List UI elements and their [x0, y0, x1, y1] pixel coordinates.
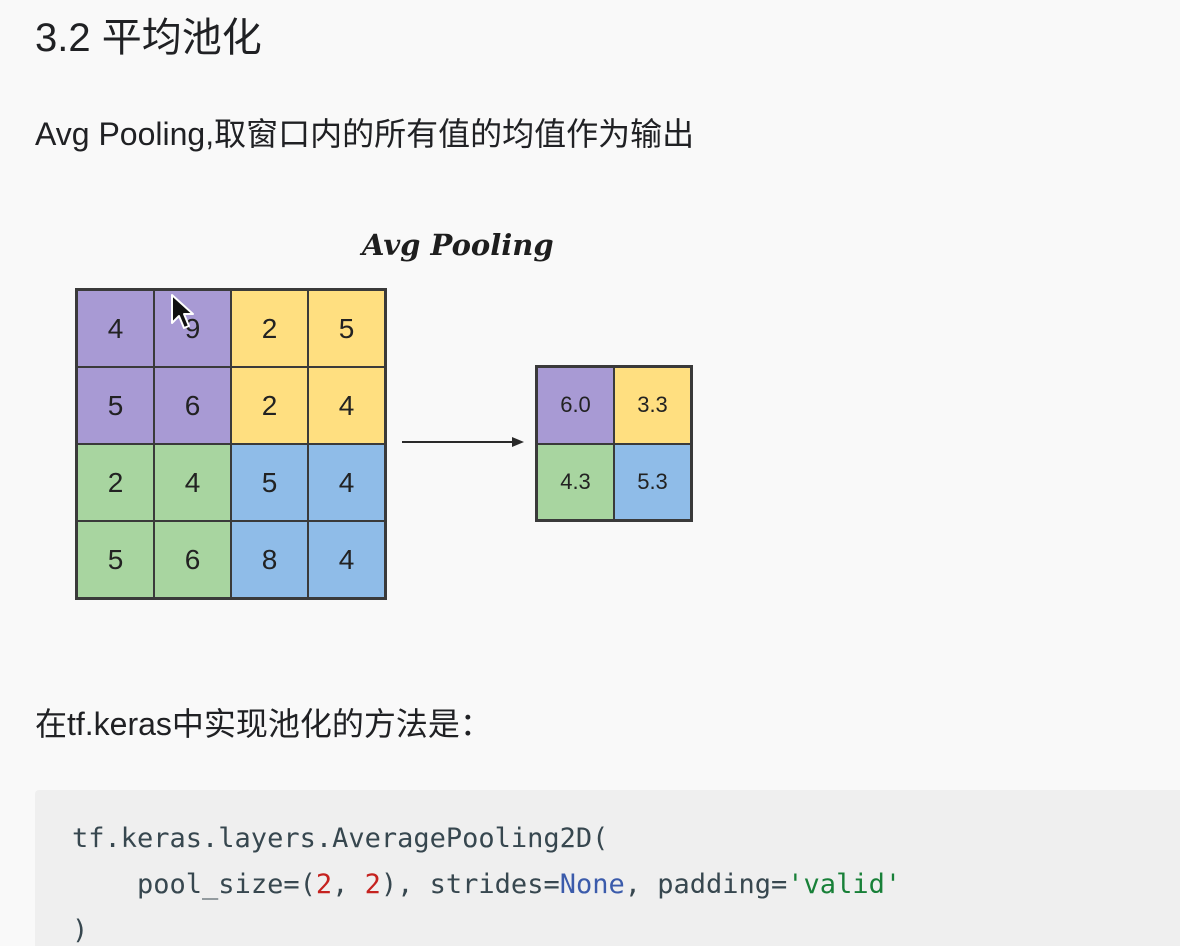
code-token: , padding= — [624, 869, 788, 900]
input-matrix-cell: 4 — [308, 521, 385, 598]
intro-paragraph: Avg Pooling,取窗口内的所有值的均值作为输出 — [35, 116, 695, 152]
output-matrix: 6.0 3.3 4.3 5.3 — [535, 365, 693, 522]
input-matrix-cell: 2 — [231, 367, 308, 444]
code-block: tf.keras.layers.AveragePooling2D( pool_s… — [35, 790, 1180, 946]
output-matrix-cell: 5.3 — [614, 443, 691, 520]
input-matrix-cell: 6 — [154, 367, 231, 444]
mouse-pointer-icon — [171, 294, 194, 329]
code-token: ), strides= — [380, 869, 560, 900]
document-page: 3.2 平均池化 Avg Pooling,取窗口内的所有值的均值作为输出 Avg… — [0, 0, 1180, 946]
input-matrix-cell: 5 — [308, 290, 385, 367]
input-matrix-cell: 4 — [308, 367, 385, 444]
input-matrix: 4925562424545684 — [75, 288, 387, 600]
output-matrix-cell: 4.3 — [537, 443, 614, 520]
output-matrix-cell: 3.3 — [614, 367, 691, 444]
input-matrix-cell: 4 — [77, 290, 154, 367]
input-matrix-cell: 4 — [154, 444, 231, 521]
method-paragraph: 在tf.keras中实现池化的方法是： — [35, 706, 492, 742]
figure-title: Avg Pooling — [362, 228, 554, 262]
input-matrix-cell: 5 — [77, 367, 154, 444]
code-line-3: ) — [72, 915, 89, 946]
code-line-1: tf.keras.layers.AveragePooling2D( — [72, 823, 609, 854]
input-matrix-cell: 2 — [77, 444, 154, 521]
input-matrix-cell: 2 — [231, 290, 308, 367]
arrow-right-icon — [402, 437, 524, 447]
output-matrix-cell: 6.0 — [537, 367, 614, 444]
input-matrix-cell: 5 — [231, 444, 308, 521]
avg-pooling-figure: Avg Pooling 4925562424545684 6.0 3.3 4.3 5.… — [0, 220, 760, 620]
input-matrix-cell: 8 — [231, 521, 308, 598]
code-line-2: pool_size=(2, 2), strides=None, padding=… — [72, 862, 1180, 908]
code-keyword: None — [559, 869, 625, 900]
code-number: 2 — [364, 869, 381, 900]
code-string: 'valid' — [787, 869, 902, 900]
input-matrix-cell: 4 — [308, 444, 385, 521]
section-title: 3.2 平均池化 — [35, 16, 262, 60]
code-token: pool_size=( — [137, 869, 316, 900]
input-matrix-cell: 5 — [77, 521, 154, 598]
input-matrix-cell: 6 — [154, 521, 231, 598]
code-token: , — [332, 869, 365, 900]
code-number: 2 — [315, 869, 333, 900]
